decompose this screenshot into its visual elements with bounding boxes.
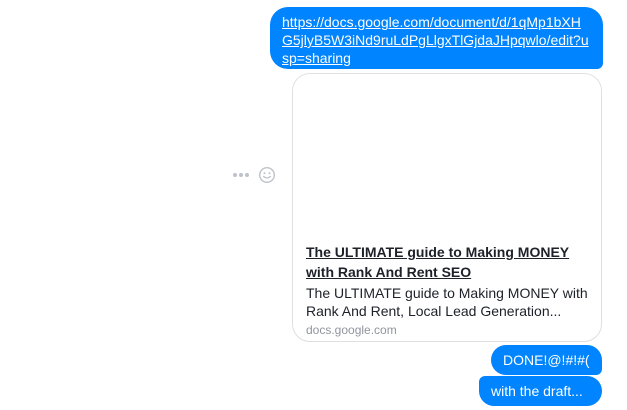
draft-message-text: with the draft... <box>491 383 583 399</box>
preview-title[interactable]: The ULTIMATE guide to Making MONEY with … <box>306 242 596 282</box>
preview-image <box>293 74 601 234</box>
more-options-icon[interactable] <box>232 170 250 180</box>
preview-domain: docs.google.com <box>306 323 397 337</box>
link-message-bubble[interactable]: https://docs.google.com/document/d/1qMp1… <box>270 7 603 69</box>
react-emoji-icon[interactable] <box>258 166 276 184</box>
preview-description: The ULTIMATE guide to Making MONEY with … <box>306 285 588 319</box>
link-preview-card[interactable]: The ULTIMATE guide to Making MONEY with … <box>292 73 602 342</box>
message-actions <box>232 166 278 184</box>
done-message-bubble[interactable]: DONE!@!#!#( <box>491 345 602 375</box>
shared-doc-link[interactable]: https://docs.google.com/document/d/1qMp1… <box>282 13 589 67</box>
draft-message-bubble[interactable]: with the draft... <box>479 376 602 406</box>
done-message-text: DONE!@!#!#( <box>503 352 590 368</box>
